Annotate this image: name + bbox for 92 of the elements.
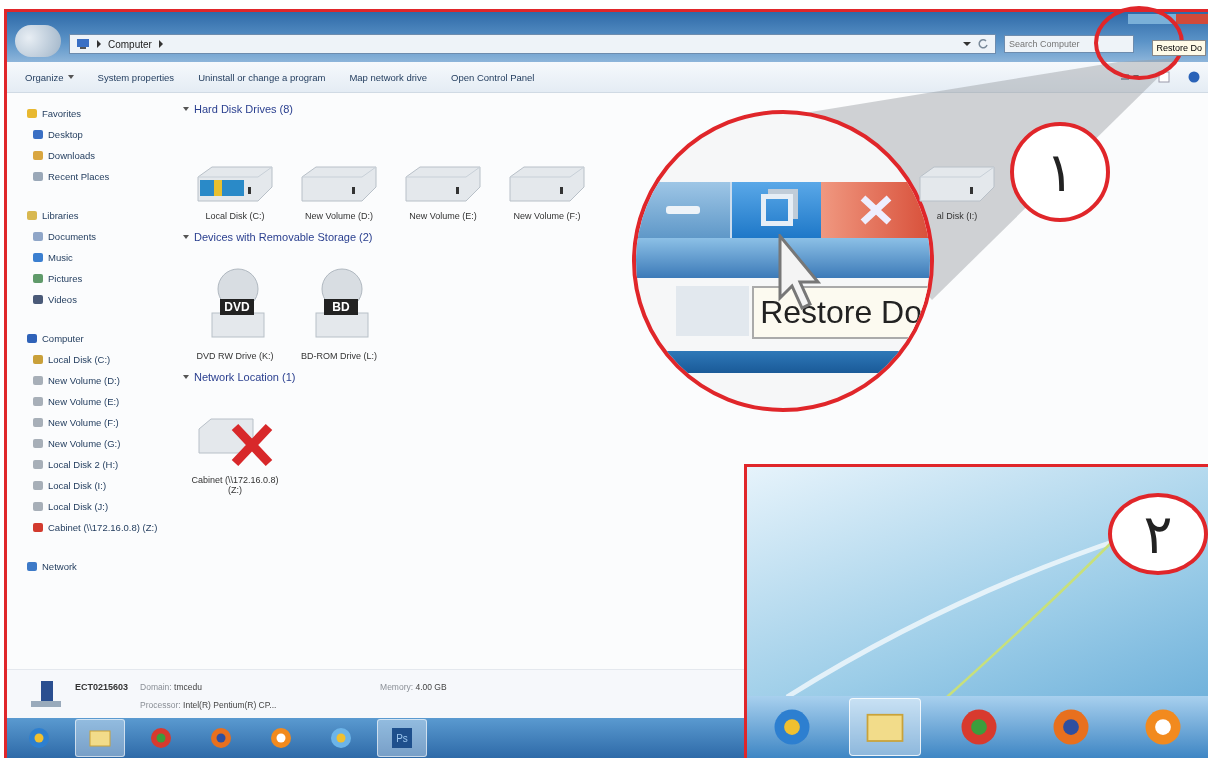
collapse-icon[interactable]	[183, 234, 189, 240]
detail-field: Processor: Intel(R) Pentium(R) CP...	[140, 700, 277, 710]
start-orb-icon	[27, 726, 51, 750]
search-field[interactable]: Search Computer	[1004, 35, 1134, 53]
nav-item[interactable]: New Volume (E:)	[27, 391, 175, 412]
nav-item[interactable]: Network	[27, 556, 175, 577]
play-icon	[269, 726, 293, 750]
chevron-icon	[157, 40, 164, 48]
drive-label[interactable]: DVD RW Drive (K:)	[196, 351, 274, 361]
group-heading[interactable]: Hard Disk Drives (8)	[194, 103, 293, 115]
computer-icon	[76, 38, 90, 50]
tooltip: Restore Do	[1152, 40, 1206, 56]
drive-label[interactable]: al Disk (I:)	[936, 211, 978, 221]
toolbar-button[interactable]: Open Control Panel	[441, 69, 545, 85]
window-controls[interactable]	[1128, 14, 1208, 24]
dropdown-icon	[67, 74, 74, 80]
restore-button[interactable]	[730, 182, 822, 238]
drive-label[interactable]: New Volume (D:)	[305, 211, 373, 221]
detail-field: Memory: 4.00 GB	[380, 682, 447, 692]
nav-icon	[33, 523, 43, 532]
refresh-icon[interactable]	[977, 38, 989, 50]
detail-field: Domain: tmcedu	[140, 682, 202, 692]
nav-item[interactable]: Videos	[27, 289, 175, 310]
nav-item[interactable]: Pictures	[27, 268, 175, 289]
computer-icon	[29, 679, 63, 709]
nav-item[interactable]: New Volume (G:)	[27, 433, 175, 454]
nav-icon	[33, 130, 43, 139]
nav-item[interactable]: New Volume (F:)	[27, 412, 175, 433]
group-heading[interactable]: Network Location (1)	[194, 371, 296, 383]
nav-icon	[33, 232, 43, 241]
toolbar-button[interactable]: System properties	[87, 69, 185, 85]
nav-item[interactable]: Favorites	[27, 103, 175, 124]
nav-icon	[27, 211, 37, 220]
chevron-icon	[96, 40, 102, 48]
collapse-icon[interactable]	[183, 374, 189, 380]
browser-logo-icon	[209, 726, 233, 750]
nav-item[interactable]: Documents	[27, 226, 175, 247]
drive-label[interactable]: Cabinet (\\172.16.0.8) (Z:)	[191, 475, 279, 495]
back-forward-buttons[interactable]	[15, 25, 61, 57]
nav-icon	[33, 253, 43, 262]
nav-item[interactable]: New Volume (D:)	[27, 370, 175, 391]
nav-item[interactable]: Cabinet (\\172.16.0.8) (Z:)	[27, 517, 175, 538]
nav-icon	[33, 481, 43, 490]
nav-item[interactable]: Local Disk 2 (H:)	[27, 454, 175, 475]
nav-icon	[27, 562, 37, 571]
taskbar-button[interactable]: Ps	[377, 719, 427, 757]
nav-item[interactable]: Downloads	[27, 145, 175, 166]
app-logo-icon: Ps	[390, 726, 414, 750]
nav-icon	[33, 376, 43, 385]
nav-item[interactable]: Recent Places	[27, 166, 175, 187]
nav-icon	[33, 460, 43, 469]
nav-item[interactable]: Libraries	[27, 205, 175, 226]
nav-icon	[33, 172, 43, 181]
drive-label[interactable]: New Volume (F:)	[513, 211, 581, 221]
breadcrumb-item[interactable]: Computer	[108, 38, 152, 50]
step-number: ٢	[1108, 493, 1208, 575]
close-button[interactable]	[821, 182, 930, 238]
taskbar-button[interactable]	[849, 698, 922, 756]
nav-item[interactable]: Local Disk (J:)	[27, 496, 175, 517]
nav-icon	[33, 355, 43, 364]
minimize-button[interactable]	[636, 182, 731, 238]
close-icon	[858, 195, 893, 225]
toolbar-button[interactable]: Uninstall or change a program	[188, 69, 336, 85]
computer-name: ECT0215603	[75, 682, 129, 692]
nav-item[interactable]: Local Disk (I:)	[27, 475, 175, 496]
group-heading[interactable]: Devices with Removable Storage (2)	[194, 231, 373, 243]
toolbar-button[interactable]: Map network drive	[339, 69, 437, 85]
nav-icon	[33, 439, 43, 448]
browser-logo-icon	[149, 726, 173, 750]
nav-item[interactable]: Computer	[27, 328, 175, 349]
help-icon[interactable]	[1188, 71, 1200, 83]
nav-item[interactable]: Local Disk (C:)	[27, 349, 175, 370]
nav-icon	[33, 295, 43, 304]
drive-label[interactable]: New Volume (E:)	[409, 211, 477, 221]
nav-icon	[33, 151, 43, 160]
nav-icon	[27, 334, 37, 343]
browser-logo-icon	[329, 726, 353, 750]
drive-label[interactable]: Local Disk (C:)	[205, 211, 265, 221]
nav-icon	[33, 274, 43, 283]
dropdown-icon[interactable]	[963, 41, 971, 47]
nav-item[interactable]: Music	[27, 247, 175, 268]
toolbar-button[interactable]: Organize	[15, 69, 84, 85]
nav-icon	[33, 502, 43, 511]
nav-item[interactable]: Desktop	[27, 124, 175, 145]
nav-icon	[27, 109, 37, 118]
drive-label[interactable]: BD-ROM Drive (L:)	[301, 351, 377, 361]
collapse-icon[interactable]	[183, 106, 189, 112]
nav-icon	[33, 397, 43, 406]
preview-pane-icon[interactable]	[1158, 71, 1170, 83]
nav-icon	[33, 418, 43, 427]
address-bar[interactable]: Computer	[69, 34, 996, 54]
tooltip: Restore Do	[752, 286, 930, 339]
